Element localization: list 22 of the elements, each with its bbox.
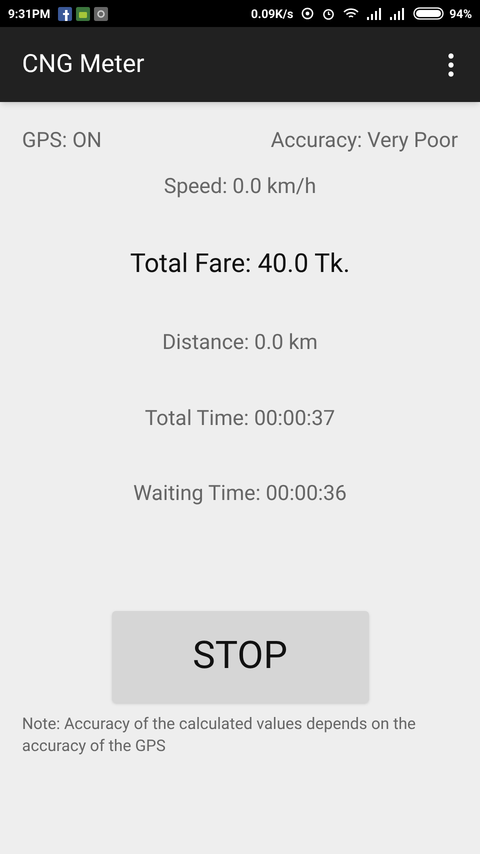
stop-button[interactable]: STOP — [112, 610, 368, 702]
wifi-icon — [343, 7, 360, 20]
signal-icon — [367, 8, 382, 20]
gps-accuracy: Accuracy: Very Poor — [270, 128, 458, 155]
battery-icon — [413, 7, 446, 20]
app-notification-icon — [94, 6, 108, 20]
total-fare: Total Fare: 40.0 Tk. — [130, 249, 350, 279]
note-text: Note: Accuracy of the calculated values depends on the accuracy of the GPS — [21, 712, 417, 756]
speed-reading: Speed: 0.0 km/h — [164, 174, 316, 198]
trip-stat: Waiting Time: 00:00:36 — [133, 482, 347, 506]
more-icon — [448, 52, 454, 76]
status-time: 9:31PM — [8, 6, 50, 22]
network-speed: 0.09K/s — [250, 6, 294, 22]
hotspot-icon — [301, 7, 314, 20]
trip-stat: Distance: 0.0 km — [162, 331, 318, 355]
app-notification-icon — [58, 6, 72, 20]
alarm-icon — [322, 7, 336, 20]
gps-status: GPS: ON — [22, 128, 102, 155]
signal-icon — [390, 8, 406, 20]
app-title: CNG Meter — [22, 48, 146, 81]
battery-level: 94% — [449, 6, 472, 22]
trip-stat: Total Time: 00:00:37 — [144, 406, 336, 430]
